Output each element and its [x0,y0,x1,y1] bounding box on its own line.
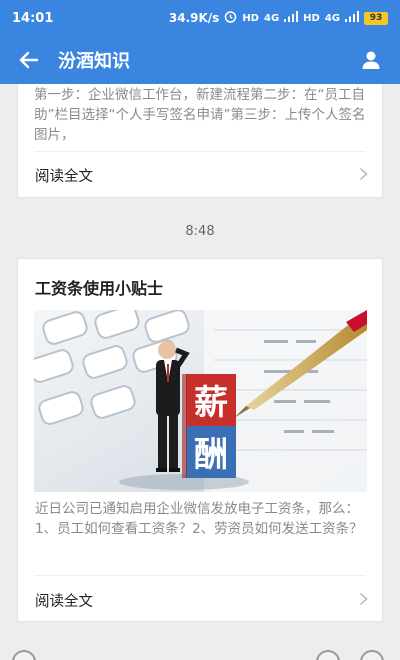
read-more-label: 阅读全文 [35,168,93,185]
cover-character-2: 酬 [194,435,228,475]
cover-character-1: 薪 [194,383,228,423]
read-more-label: 阅读全文 [35,593,93,610]
article-excerpt: 近日公司已通知启用企业微信发放电子工资条，那么：1、员工如何查看工资条？2、劳资… [35,501,363,537]
article-excerpt: 第一步：企业微信工作台，新建流程第二步：在“员工自助”栏目选择“个人手写签名申请… [34,87,366,143]
message-timestamp: 8:48 [185,224,215,239]
message-feed[interactable]: 第一步：企业微信工作台，新建流程第二步：在“员工自助”栏目选择“个人手写签名申请… [0,84,400,660]
signal-4g-label: 4G [263,12,280,24]
network-speed: 34.9K/s [168,11,220,25]
article-cover-image[interactable]: 薪 酬 [34,310,367,492]
status-icons: 34.9K/s HD 4G HD 4G 93 [169,10,388,26]
user-icon [362,51,380,69]
article-card[interactable]: 第一步：企业微信工作台，新建流程第二步：在“员工自助”栏目选择“个人手写签名申请… [17,84,383,198]
more-button[interactable] [360,650,384,660]
hd-badge: HD [242,12,259,24]
alarm-icon [224,10,237,26]
back-button[interactable] [14,45,44,75]
article-title: 工资条使用小贴士 [35,279,164,298]
status-bar: 14:01 34.9K/s HD 4G HD 4G 93 [0,0,400,36]
voice-toggle-button[interactable] [12,650,36,660]
battery-indicator: 93 [364,11,388,25]
read-more-link[interactable]: 阅读全文 [18,577,382,623]
bottom-toolbar [0,648,400,660]
chevron-right-icon [359,591,368,610]
arrow-left-icon [19,51,39,69]
signal-icon-2 [345,11,359,25]
chevron-right-icon [359,166,368,185]
signal-icon [284,11,299,25]
page-title: 汾酒知识 [58,51,130,72]
profile-button[interactable] [356,45,386,75]
divider [34,575,366,576]
app-bar: 汾酒知识 [0,36,400,84]
emoji-button[interactable] [316,650,340,660]
read-more-link[interactable]: 阅读全文 [18,152,382,198]
signal-4g-label-2: 4G [324,12,340,24]
hd-badge-2: HD [303,12,320,24]
article-card[interactable]: 工资条使用小贴士 薪 酬 近日公司已通知启用企业微信发放电子工资条，那么：1、员… [17,258,383,622]
status-time: 14:01 [12,10,54,26]
